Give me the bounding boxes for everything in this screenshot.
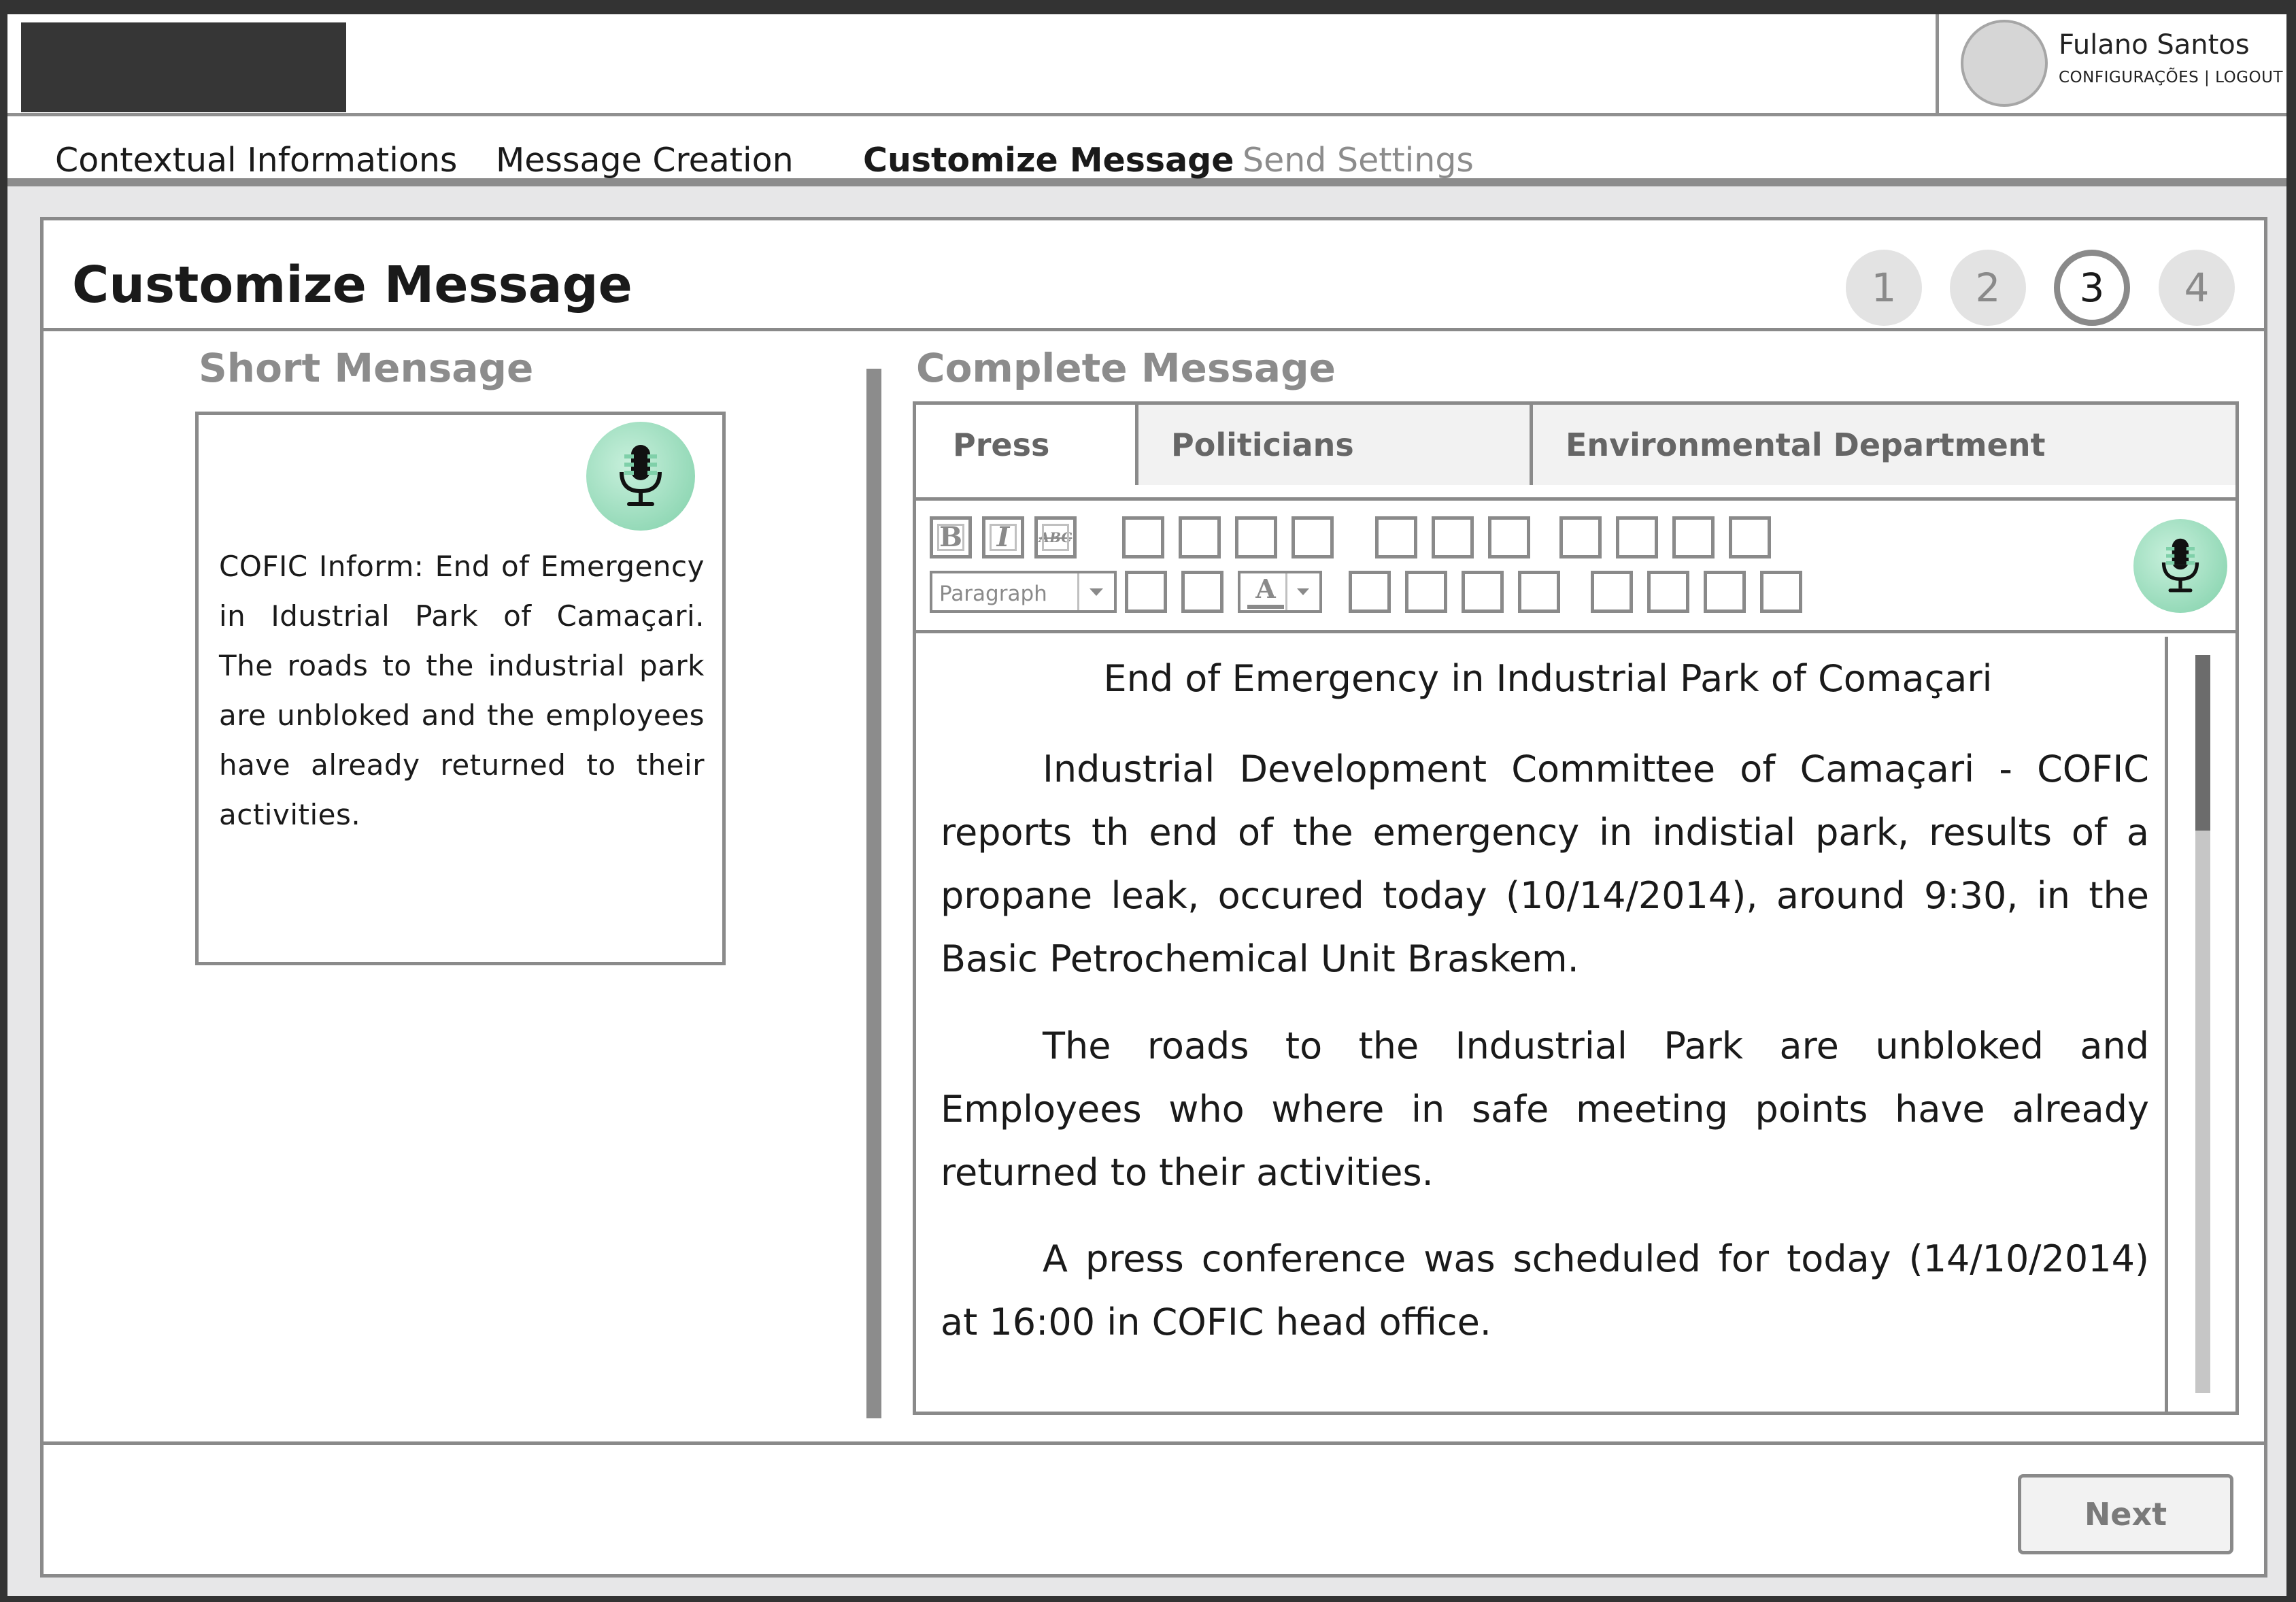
toolbar-button[interactable] bbox=[1122, 516, 1164, 558]
editor-content[interactable]: End of Emergency in Industrial Park of C… bbox=[916, 637, 2235, 1412]
complete-message-mic-button[interactable] bbox=[2133, 519, 2227, 613]
paragraph-select-value: Paragraph bbox=[939, 582, 1047, 606]
font-color-picker[interactable]: A bbox=[1238, 571, 1322, 613]
document-paragraph[interactable]: Industrial Development Committee of Cama… bbox=[941, 737, 2149, 990]
tab-gap bbox=[916, 485, 2235, 501]
toolbar-button[interactable] bbox=[1292, 516, 1334, 558]
app-frame: Fulano Santos CONFIGURAÇÕES | LOGOUT Con… bbox=[7, 14, 2286, 1596]
next-button[interactable]: Next bbox=[2018, 1474, 2233, 1554]
short-message-mic-button[interactable] bbox=[586, 422, 695, 531]
column-divider bbox=[866, 369, 881, 1418]
document-paragraph[interactable]: The roads to the Industrial Park are unb… bbox=[941, 1014, 2149, 1204]
document-paragraph[interactable]: A press conference was scheduled for tod… bbox=[941, 1227, 2149, 1354]
toolbar-button[interactable] bbox=[1672, 516, 1715, 558]
italic-button[interactable]: I bbox=[982, 516, 1024, 558]
short-message-text[interactable]: COFIC Inform: End of Emergency in Idustr… bbox=[219, 541, 705, 839]
toolbar-button[interactable] bbox=[1591, 571, 1633, 613]
main-card: Customize Message 1 2 3 4 Short Mensage bbox=[40, 217, 2267, 1578]
toolbar-button[interactable] bbox=[1235, 516, 1277, 558]
complete-message-editor: Press Politicians Environmental Departme… bbox=[913, 401, 2239, 1415]
microphone-icon bbox=[2161, 538, 2199, 593]
toolbar-button[interactable] bbox=[1432, 516, 1474, 558]
document-title[interactable]: End of Emergency in Industrial Park of C… bbox=[916, 657, 2180, 700]
short-message-title: Short Mensage bbox=[199, 345, 534, 391]
logo bbox=[21, 22, 346, 112]
page-title: Customize Message bbox=[72, 256, 632, 314]
top-header: Fulano Santos CONFIGURAÇÕES | LOGOUT bbox=[7, 14, 2286, 116]
nav-item-contextual-informations[interactable]: Contextual Informations bbox=[55, 141, 457, 180]
microphone-icon bbox=[620, 445, 662, 506]
scrollbar-thumb[interactable] bbox=[2195, 655, 2210, 831]
toolbar-button[interactable] bbox=[1559, 516, 1602, 558]
tab-press[interactable]: Press bbox=[916, 405, 1138, 485]
toolbar-button[interactable] bbox=[1181, 571, 1223, 613]
user-name: Fulano Santos bbox=[2059, 29, 2250, 61]
toolbar-button[interactable] bbox=[1616, 516, 1658, 558]
toolbar-button[interactable] bbox=[1462, 571, 1504, 613]
tab-politicians[interactable]: Politicians bbox=[1135, 405, 1533, 485]
step-indicator-1[interactable]: 1 bbox=[1846, 250, 1922, 326]
step-indicator-4[interactable]: 4 bbox=[2159, 250, 2235, 326]
paragraph-select[interactable]: Paragraph bbox=[930, 571, 1117, 613]
chevron-down-icon bbox=[1285, 573, 1319, 610]
toolbar-button[interactable] bbox=[1704, 571, 1746, 613]
bold-button[interactable]: B bbox=[930, 516, 972, 558]
font-color-icon: A bbox=[1247, 573, 1284, 609]
wizard-nav: Contextual Informations Message Creation… bbox=[7, 116, 2286, 186]
footer-divider bbox=[44, 1441, 2264, 1445]
toolbar-button[interactable] bbox=[1125, 571, 1167, 613]
strikethrough-button[interactable]: ABC bbox=[1034, 516, 1077, 558]
complete-message-title: Complete Message bbox=[916, 345, 1336, 391]
step-indicator-2[interactable]: 2 bbox=[1950, 250, 2026, 326]
user-links[interactable]: CONFIGURAÇÕES | LOGOUT bbox=[2059, 69, 2283, 86]
toolbar-button[interactable] bbox=[1405, 571, 1447, 613]
audience-tabs: Press Politicians Environmental Departme… bbox=[916, 405, 2235, 485]
avatar[interactable] bbox=[1961, 20, 2048, 107]
toolbar-button[interactable] bbox=[1647, 571, 1689, 613]
nav-item-customize-message[interactable]: Customize Message bbox=[863, 141, 1234, 180]
chevron-down-icon bbox=[1077, 573, 1114, 610]
card-header: Customize Message 1 2 3 4 bbox=[44, 220, 2264, 331]
scrollbar-column bbox=[2165, 637, 2235, 1412]
toolbar-button[interactable] bbox=[1760, 571, 1802, 613]
short-message-box[interactable]: COFIC Inform: End of Emergency in Idustr… bbox=[195, 412, 726, 965]
user-area: Fulano Santos CONFIGURAÇÕES | LOGOUT bbox=[1936, 14, 2286, 116]
toolbar-button[interactable] bbox=[1518, 571, 1560, 613]
toolbar-button[interactable] bbox=[1179, 516, 1221, 558]
toolbar-button[interactable] bbox=[1375, 516, 1417, 558]
toolbar-button[interactable] bbox=[1488, 516, 1530, 558]
scrollbar-track[interactable] bbox=[2195, 655, 2210, 1393]
step-indicator-3[interactable]: 3 bbox=[2054, 250, 2130, 326]
nav-item-message-creation[interactable]: Message Creation bbox=[496, 141, 794, 180]
nav-item-send-settings[interactable]: Send Settings bbox=[1243, 141, 1474, 180]
toolbar-button[interactable] bbox=[1729, 516, 1771, 558]
toolbar-button[interactable] bbox=[1349, 571, 1391, 613]
formatting-toolbar: B I ABC Paragraph A bbox=[916, 504, 2235, 633]
tab-environmental-department[interactable]: Environmental Department bbox=[1530, 405, 2235, 485]
